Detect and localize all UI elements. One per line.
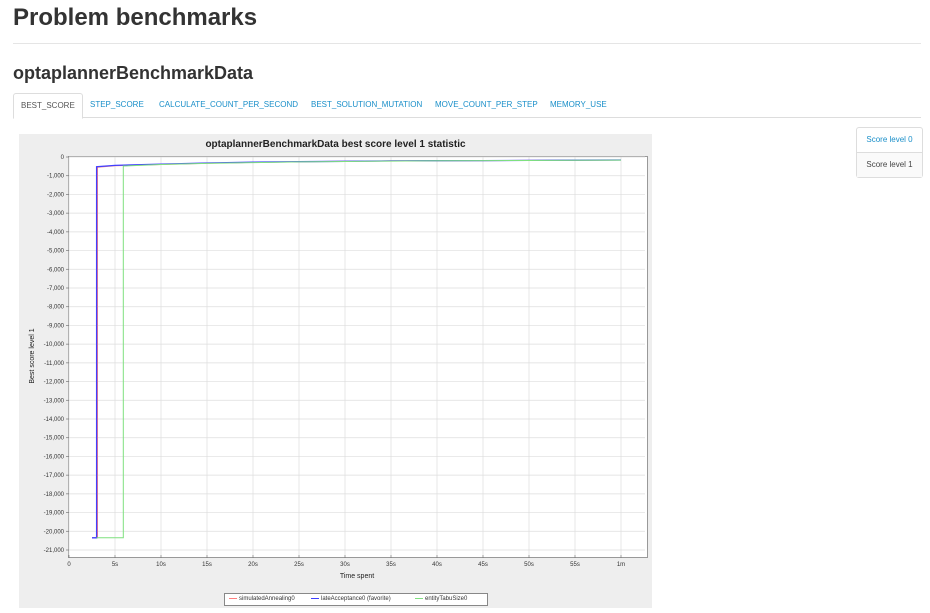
x-tick-label: 50s <box>524 562 534 568</box>
y-tick-label: -17,000 <box>44 473 65 479</box>
y-tick-label: -3,000 <box>47 211 65 217</box>
score-level-1-link[interactable]: Score level 1 <box>857 153 922 177</box>
page: Problem benchmarks optaplannerBenchmarkD… <box>0 0 930 613</box>
x-tick-label: 45s <box>478 562 488 568</box>
y-tick-label: -7,000 <box>47 286 65 292</box>
x-tick-label: 1m <box>617 562 625 568</box>
page-title: Problem benchmarks <box>13 4 258 31</box>
score-level-0-link[interactable]: Score level 0 <box>857 128 922 153</box>
y-tick-label: -12,000 <box>44 380 65 386</box>
legend-swatch-icon <box>415 597 423 599</box>
y-tick-label: -15,000 <box>44 436 65 442</box>
x-axis-label: Time spent <box>340 573 374 580</box>
legend-item-entity-tabu-size: entityTabuSize0 <box>415 594 467 605</box>
tab-best-score[interactable]: BEST_SCORE <box>13 93 83 119</box>
legend-item-simulated-annealing: simulatedAnnealing0 <box>229 594 295 605</box>
series-line-0 <box>92 159 622 539</box>
y-tick-label: -21,000 <box>44 548 65 554</box>
y-tick-label: -19,000 <box>44 511 65 517</box>
x-tick-label: 20s <box>248 562 258 568</box>
legend-label: lateAcceptance0 (favorite) <box>321 596 391 602</box>
legend-swatch-icon <box>229 597 237 599</box>
legend-swatch-icon <box>311 597 319 599</box>
y-axis-label: Best score level 1 <box>29 328 36 383</box>
y-tick-label: -6,000 <box>47 267 65 273</box>
tab-memory-use[interactable]: MEMORY_USE <box>550 93 607 117</box>
x-tick-label: 40s <box>432 562 442 568</box>
y-tick-label: -11,000 <box>44 361 65 367</box>
legend-label: entityTabuSize0 <box>425 596 468 602</box>
y-tick-label: -13,000 <box>44 398 65 404</box>
x-tick-label: 35s <box>386 562 396 568</box>
y-tick-label: -8,000 <box>47 305 65 311</box>
chart-svg: 0 5s 10s 15s 20s 25s 30s 35s 40s 45s 50s 55s 1m 0 -1,0… <box>29 155 645 580</box>
y-tick-label: -18,000 <box>44 492 65 498</box>
y-tick-label: -4,000 <box>47 230 65 236</box>
divider <box>13 43 921 44</box>
y-tick-label: -5,000 <box>47 249 65 255</box>
y-tick-label: -20,000 <box>44 529 65 535</box>
y-tick-label: -1,000 <box>47 174 65 180</box>
x-tick-label: 0 <box>67 562 71 568</box>
tab-step-score[interactable]: STEP_SCORE <box>90 93 144 117</box>
series-line-1 <box>92 159 622 539</box>
x-tick-label: 25s <box>294 562 304 568</box>
x-tick-label: 15s <box>202 562 212 568</box>
y-tick-label: -16,000 <box>44 454 65 460</box>
tab-bar: BEST_SCORE STEP_SCORE CALCULATE_COUNT_PE… <box>13 93 921 119</box>
tab-move-count-per-step[interactable]: MOVE_COUNT_PER_STEP <box>435 93 538 117</box>
legend-label: simulatedAnnealing0 <box>239 596 295 602</box>
x-tick-label: 10s <box>156 562 166 568</box>
section-title: optaplannerBenchmarkData <box>13 63 254 83</box>
x-tick-label: 5s <box>112 562 118 568</box>
y-tick-label: -9,000 <box>47 323 65 329</box>
y-tick-label: 0 <box>61 155 65 161</box>
series-line-2 <box>96 159 622 539</box>
y-tick-label: -14,000 <box>44 417 65 423</box>
x-tick-label: 55s <box>570 562 580 568</box>
score-level-nav: Score level 0 Score level 1 <box>856 127 923 178</box>
x-tick-label: 30s <box>340 562 350 568</box>
legend-item-late-acceptance: lateAcceptance0 (favorite) <box>311 594 391 605</box>
tab-calculate-count-per-second[interactable]: CALCULATE_COUNT_PER_SECOND <box>159 93 298 117</box>
chart-panel: optaplannerBenchmarkData best score leve… <box>19 134 652 608</box>
y-tick-label: -2,000 <box>47 192 65 198</box>
chart-legend: simulatedAnnealing0 lateAcceptance0 (fav… <box>224 593 488 606</box>
y-tick-label: -10,000 <box>44 342 65 348</box>
tab-best-solution-mutation[interactable]: BEST_SOLUTION_MUTATION <box>311 93 422 117</box>
